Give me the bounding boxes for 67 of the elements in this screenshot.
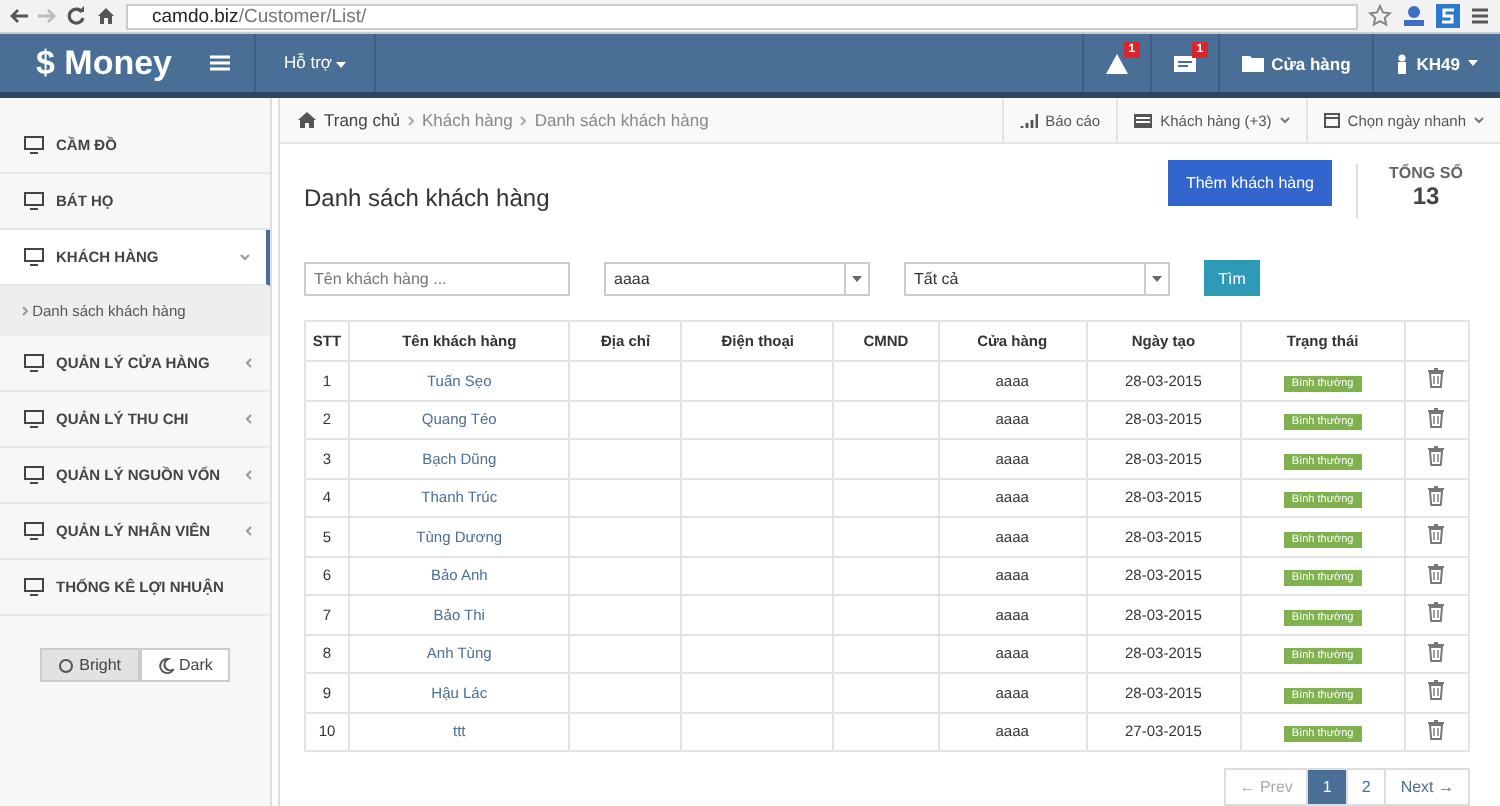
trash-icon[interactable] (1428, 368, 1445, 389)
monitor-icon (24, 466, 44, 484)
trash-icon[interactable] (1428, 602, 1445, 623)
back-icon[interactable] (10, 8, 28, 24)
pagination-link[interactable]: Next → (1384, 768, 1470, 806)
add-customer-button[interactable]: Thêm khách hàng (1167, 159, 1332, 205)
monitor-icon (24, 248, 44, 266)
total-count: 13 (1412, 181, 1440, 209)
chevron-icon (1279, 116, 1290, 124)
pagination-link[interactable]: 1 (1306, 768, 1348, 806)
chevron-icon (22, 306, 28, 316)
breadcrumb-link[interactable]: Danh sách khách hàng (534, 110, 709, 130)
breadcrumb-link[interactable]: Khách hàng (421, 110, 513, 130)
home-icon (298, 112, 316, 128)
trash-icon[interactable] (1428, 446, 1445, 467)
pagination-link[interactable]: 2 (1345, 768, 1387, 806)
monitor-icon (24, 410, 44, 428)
caret-icon (336, 62, 347, 68)
sun-icon (57, 657, 74, 673)
person-icon (1396, 53, 1409, 73)
store-select[interactable]: aaaa (604, 261, 870, 295)
breadcrumb-link[interactable]: Trang chủ (324, 110, 400, 130)
trash-icon[interactable] (1428, 407, 1445, 428)
extension-icon[interactable] (1402, 4, 1426, 28)
total-label: TỔNG SỐ (1389, 163, 1463, 181)
trash-icon[interactable] (1428, 485, 1445, 506)
user-menu[interactable]: KH49 (1372, 34, 1500, 92)
menu-icon[interactable] (1470, 6, 1490, 26)
list-icon (1134, 113, 1153, 127)
moon-icon (157, 657, 174, 673)
address-bar[interactable]: camdo.biz/Customer/List/ (126, 3, 1358, 29)
home-icon[interactable] (96, 6, 116, 26)
calendar-icon (1323, 112, 1340, 128)
store-label: Cửa hàng (1271, 53, 1351, 73)
inbox-icon (1173, 54, 1196, 72)
trash-icon[interactable] (1428, 719, 1445, 740)
customer-name-field[interactable]: Tên khách hàng ... (304, 261, 570, 295)
chevron-icon (407, 115, 414, 125)
reload-icon[interactable] (66, 6, 86, 26)
help-menu[interactable]: Hỗ trợ (254, 34, 377, 92)
page-title: Danh sách khách hàng (304, 184, 552, 212)
trash-icon[interactable] (1428, 524, 1445, 545)
extension-icon[interactable] (1436, 4, 1460, 28)
chevron-icon (1474, 116, 1484, 124)
warning-icon (1105, 53, 1128, 73)
monitor-icon (24, 136, 44, 154)
bar-chart-icon (1019, 113, 1038, 127)
caret-icon (1468, 60, 1478, 66)
monitor-icon (24, 522, 44, 540)
theme-toggle[interactable]: Dark (139, 648, 231, 682)
status-select[interactable]: Tất cả (904, 261, 1170, 295)
chevron-icon (520, 115, 527, 125)
trash-icon[interactable] (1428, 680, 1445, 701)
trash-icon[interactable] (1428, 563, 1445, 584)
theme-toggle[interactable]: Bright (39, 648, 140, 682)
monitor-icon (24, 192, 44, 210)
app-logo[interactable]: $ Money (0, 34, 200, 92)
monitor-icon (24, 578, 44, 596)
caret-icon (852, 275, 862, 281)
search-button[interactable]: Tìm (1204, 260, 1260, 296)
monitor-icon (24, 354, 44, 372)
user-name: KH49 (1416, 53, 1460, 73)
store-button[interactable]: Cửa hàng (1217, 34, 1373, 92)
star-icon[interactable] (1368, 4, 1392, 28)
caret-icon (1152, 275, 1162, 281)
folder-icon (1241, 54, 1264, 72)
trash-icon[interactable] (1428, 641, 1445, 662)
